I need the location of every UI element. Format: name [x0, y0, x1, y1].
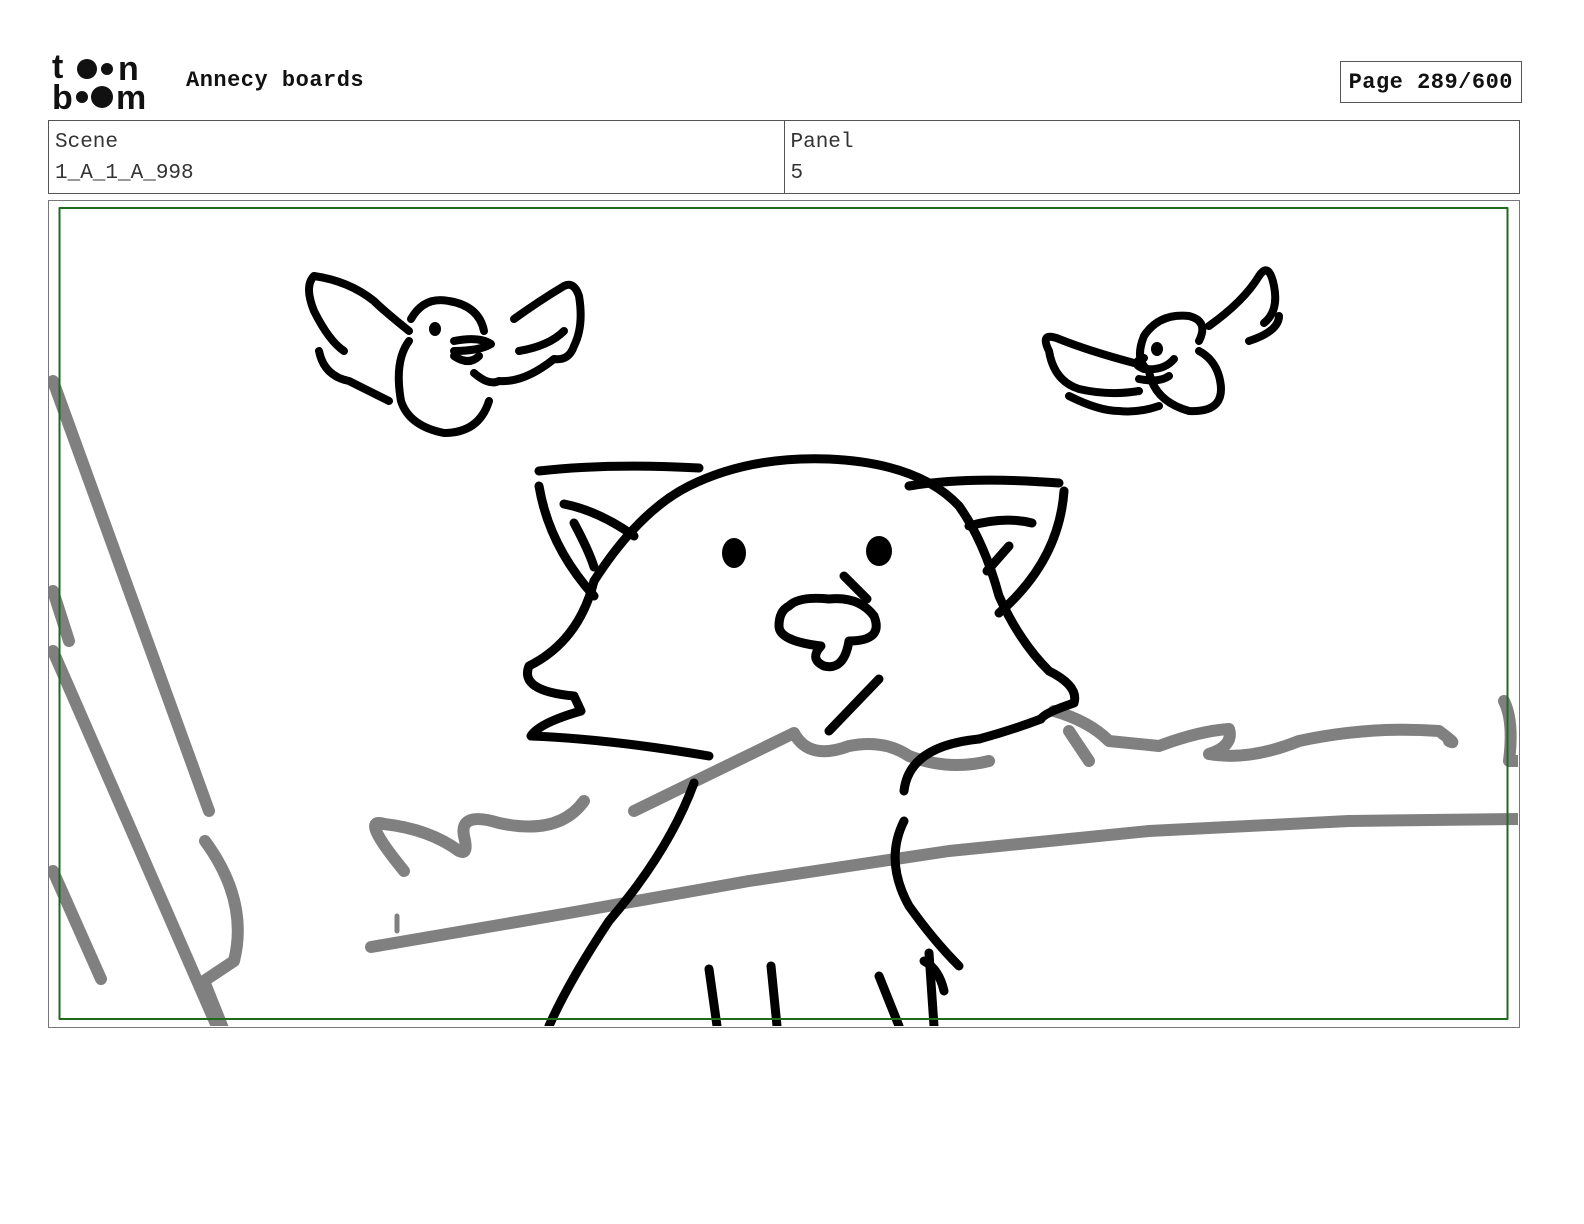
- storyboard-drawing: [49, 207, 1518, 1026]
- bird-right-drawing: [1041, 266, 1283, 416]
- panel-value: 5: [790, 162, 804, 185]
- page-counter-label: Page 289/600: [1348, 69, 1513, 95]
- scene-panel-info: Scene 1_A_1_A_998 Panel 5: [48, 120, 1520, 194]
- page-counter: Page 289/600: [1339, 61, 1522, 103]
- background-sketch: [49, 375, 1518, 1026]
- document-title: Annecy boards: [186, 68, 365, 93]
- svg-text:b: b: [52, 79, 73, 112]
- scene-value: 1_A_1_A_998: [55, 162, 194, 185]
- bird-left-drawing: [305, 272, 585, 437]
- scene-label: Scene: [55, 131, 119, 154]
- scene-cell: Scene 1_A_1_A_998: [49, 121, 784, 193]
- panel-cell: Panel 5: [783, 121, 1520, 193]
- storyboard-panel-frame: [48, 200, 1520, 1028]
- toon-boom-logo: t n b m: [52, 50, 146, 112]
- panel-label: Panel: [790, 131, 854, 154]
- svg-text:m: m: [116, 79, 146, 112]
